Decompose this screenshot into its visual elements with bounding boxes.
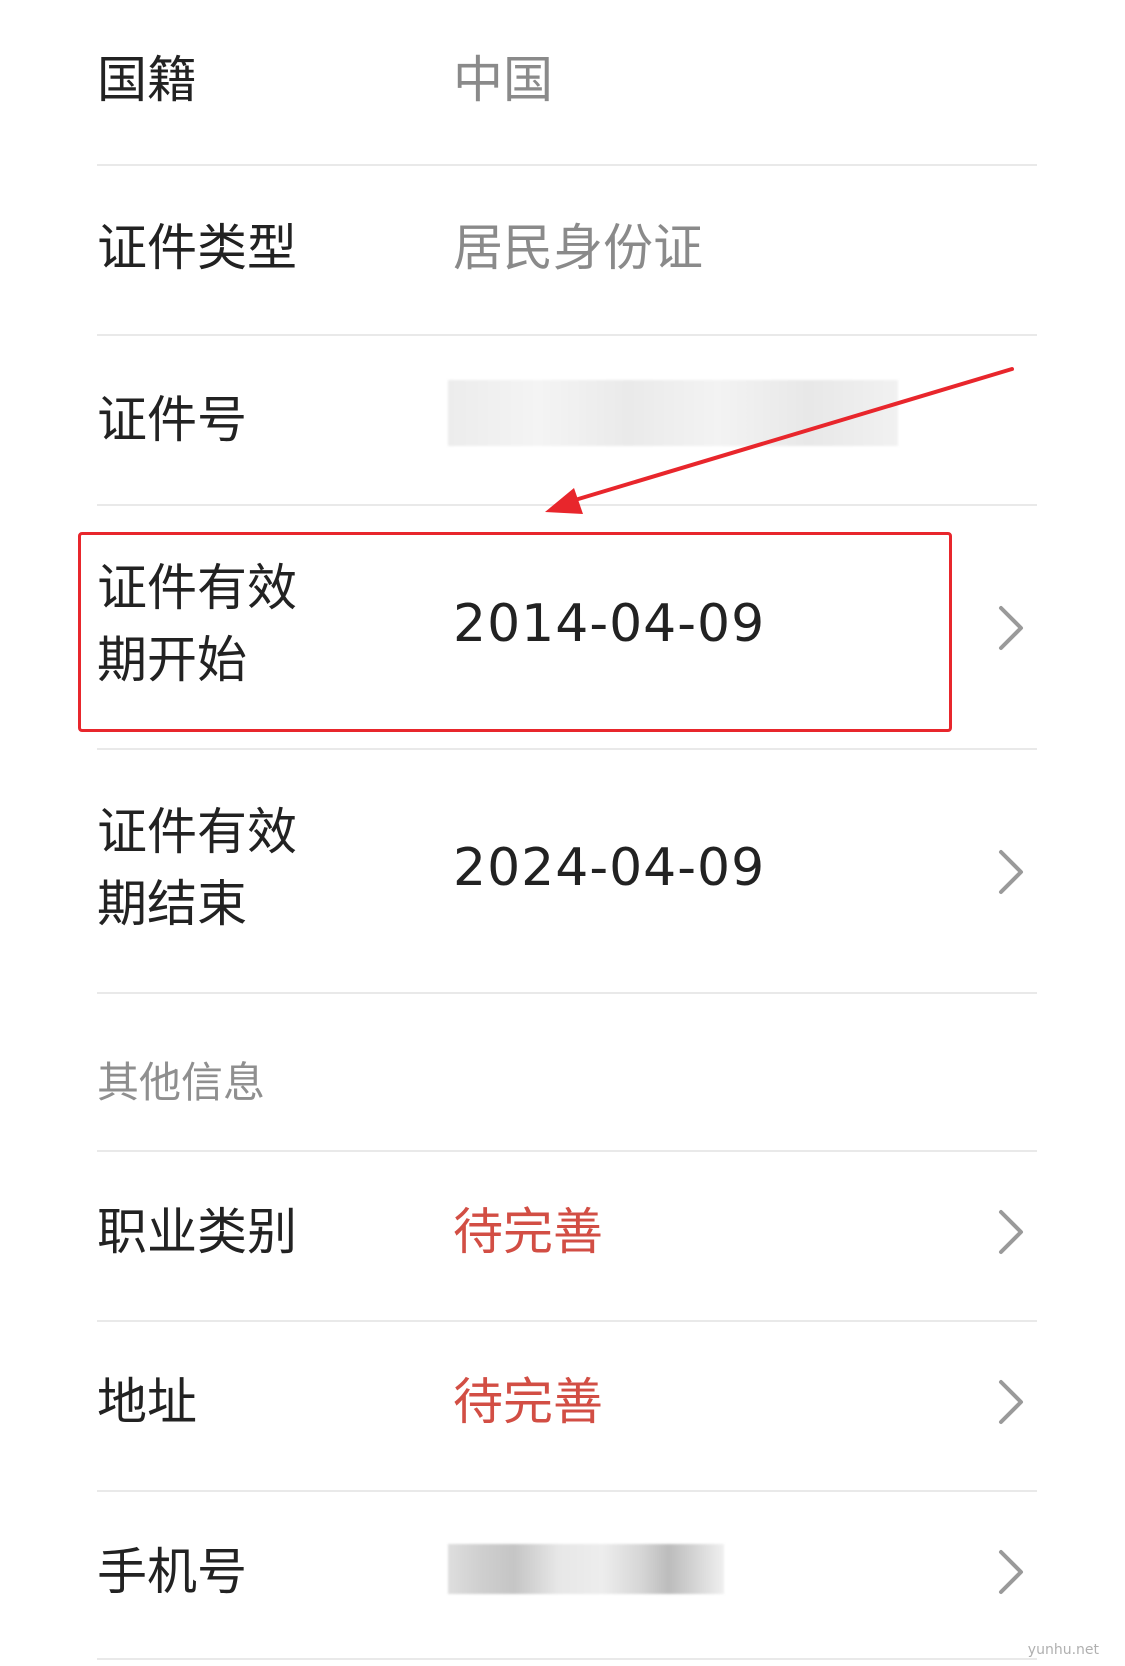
watermark: yunhu.net	[1027, 1642, 1099, 1658]
arrow-annotation	[545, 367, 1014, 514]
